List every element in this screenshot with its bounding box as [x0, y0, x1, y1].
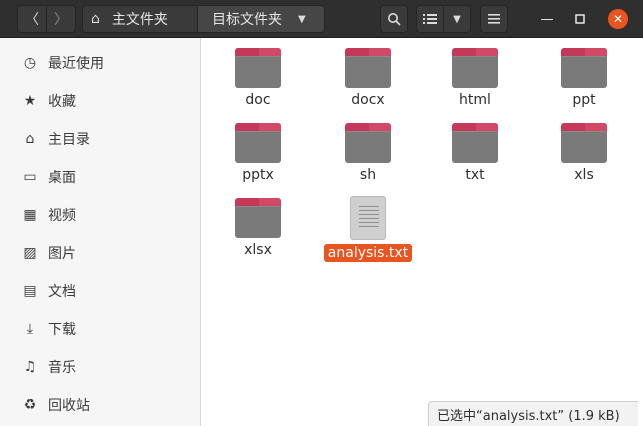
clock-icon: ◷ [23, 55, 37, 71]
chevron-down-icon: ▼ [453, 13, 461, 25]
maximize-icon [575, 14, 585, 24]
folder-item[interactable]: html [425, 48, 525, 108]
sidebar-item-music[interactable]: ♫ 音乐 [0, 348, 200, 386]
path-home-label: 主文件夹 [111, 12, 168, 28]
sidebar-item-label: 文档 [48, 284, 76, 300]
folder-icon [345, 48, 391, 88]
folder-item[interactable]: docx [318, 48, 418, 108]
file-name: xls [574, 167, 594, 183]
folder-icon [235, 48, 281, 88]
download-icon: ⤓ [26, 321, 34, 337]
sidebar-item-label: 回收站 [48, 398, 90, 414]
file-name: ppt [572, 92, 596, 108]
folder-item[interactable]: pptx [208, 123, 308, 183]
folder-icon [235, 123, 281, 163]
chevron-right-icon: 〉 [54, 12, 68, 28]
search-button[interactable] [380, 5, 408, 33]
file-name: analysis.txt [323, 244, 413, 262]
close-button[interactable]: ✕ [608, 9, 628, 29]
list-view-icon [423, 14, 437, 24]
folder-item[interactable]: ppt [534, 48, 634, 108]
sidebar-item-label: 最近使用 [48, 56, 104, 72]
folder-icon [561, 48, 607, 88]
file-item-selected[interactable]: analysis.txt [318, 196, 418, 262]
folder-icon [345, 123, 391, 163]
back-button[interactable]: 〈 [17, 5, 47, 33]
sidebar-item-pictures[interactable]: ▨ 图片 [0, 234, 200, 272]
file-name: sh [359, 167, 377, 183]
video-icon: ▦ [23, 207, 37, 223]
maximize-button[interactable] [570, 9, 590, 29]
file-name: pptx [242, 167, 274, 183]
close-icon: ✕ [612, 12, 624, 26]
list-view-button[interactable] [416, 5, 444, 33]
status-bar: 已选中“analysis.txt” (1.9 kB) [428, 401, 638, 426]
folder-item[interactable]: doc [208, 48, 308, 108]
file-name: doc [245, 92, 271, 108]
view-options-dropdown[interactable]: ▼ [443, 5, 471, 33]
folder-item[interactable]: xls [534, 123, 634, 183]
chevron-left-icon: 〈 [25, 12, 39, 28]
file-name: docx [351, 92, 385, 108]
folder-icon [235, 198, 281, 238]
path-current-label: 目标文件夹 [212, 12, 282, 28]
home-icon: ⌂ [91, 11, 100, 27]
search-icon [388, 13, 401, 26]
folder-icon [561, 123, 607, 163]
sidebar-item-label: 视频 [48, 208, 76, 224]
file-name: xlsx [244, 242, 272, 258]
header-bar: 〈 〉 ⌂ 主文件夹 目标文件夹 ▼ ▼ — ✕ [0, 0, 643, 38]
text-file-icon [350, 196, 386, 240]
hamburger-menu-icon [488, 14, 500, 24]
path-current-button[interactable]: 目标文件夹 ▼ [197, 5, 325, 33]
image-icon: ▨ [23, 245, 37, 261]
sidebar-item-desktop[interactable]: ▭ 桌面 [0, 158, 200, 196]
sidebar-item-videos[interactable]: ▦ 视频 [0, 196, 200, 234]
folder-item[interactable]: txt [425, 123, 525, 183]
sidebar-item-label: 桌面 [48, 170, 76, 186]
sidebar-item-label: 主目录 [48, 132, 90, 148]
sidebar-item-label: 下载 [48, 322, 76, 338]
sidebar-item-label: 音乐 [48, 360, 76, 376]
sidebar-item-label: 图片 [48, 246, 76, 262]
sidebar-item-label: 收藏 [48, 94, 76, 110]
sidebar-item-downloads[interactable]: ⤓ 下载 [0, 310, 200, 348]
document-icon: ▤ [23, 283, 37, 299]
file-name: txt [465, 167, 485, 183]
file-name: html [459, 92, 491, 108]
sidebar-item-recent[interactable]: ◷ 最近使用 [0, 44, 200, 82]
menu-button[interactable] [480, 5, 508, 33]
sidebar-item-documents[interactable]: ▤ 文档 [0, 272, 200, 310]
folder-icon [452, 123, 498, 163]
star-icon: ★ [23, 93, 37, 109]
forward-button[interactable]: 〉 [46, 5, 76, 33]
status-text: 已选中“analysis.txt” (1.9 kB) [437, 408, 620, 424]
home-icon: ⌂ [25, 131, 35, 147]
minimize-button[interactable]: — [537, 9, 557, 29]
desktop-icon: ▭ [23, 169, 37, 185]
minimize-icon: — [540, 11, 554, 27]
sidebar: ◷ 最近使用 ★ 收藏 ⌂ 主目录 ▭ 桌面 ▦ 视频 ▨ 图片 ▤ 文档 ⤓ [0, 38, 201, 426]
chevron-down-icon: ▼ [298, 13, 306, 25]
path-home-button[interactable]: ⌂ 主文件夹 [82, 5, 198, 33]
file-manager-window: 〈 〉 ⌂ 主文件夹 目标文件夹 ▼ ▼ — ✕ ◷ 最近使用 ★ 收藏 ⌂ 主… [0, 0, 643, 426]
trash-icon: ♻ [23, 397, 37, 413]
folder-item[interactable]: sh [318, 123, 418, 183]
sidebar-item-trash[interactable]: ♻ 回收站 [0, 386, 200, 424]
music-icon: ♫ [23, 359, 37, 375]
folder-icon [452, 48, 498, 88]
file-grid: doc docx html ppt pptx sh txt xls xlsx a… [201, 38, 643, 426]
folder-item[interactable]: xlsx [208, 198, 308, 258]
sidebar-item-home[interactable]: ⌂ 主目录 [0, 120, 200, 158]
sidebar-item-starred[interactable]: ★ 收藏 [0, 82, 200, 120]
